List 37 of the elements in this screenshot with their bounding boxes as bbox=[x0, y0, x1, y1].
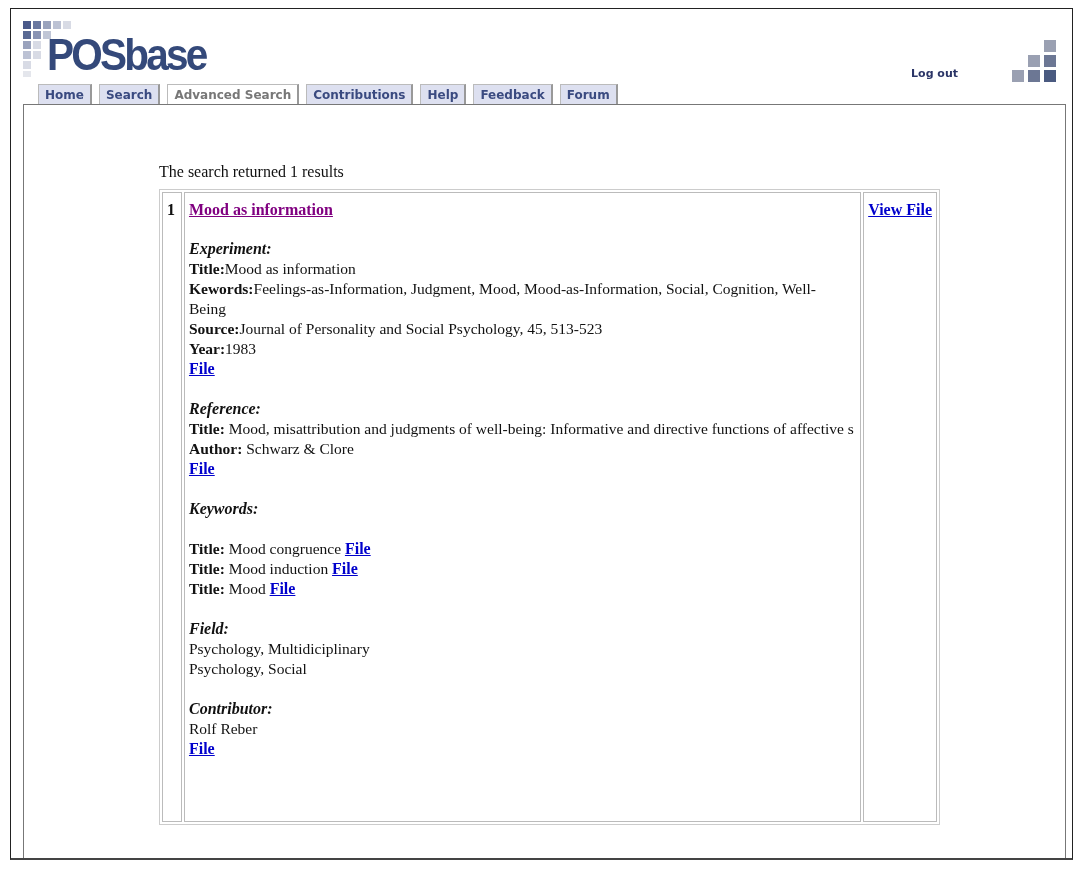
nav-tab[interactable]: Advanced Search bbox=[167, 84, 300, 104]
detail-line: Title: Mood, misattribution and judgments of well-being: Informative and directive functions of affective s bbox=[188, 419, 855, 439]
stair-squares-icon bbox=[1012, 40, 1058, 82]
logo-text: POSbase bbox=[47, 33, 206, 77]
nav-tab[interactable]: Home bbox=[38, 84, 92, 104]
nav-tab[interactable]: Search bbox=[98, 84, 161, 104]
detail-line: Psychology, Multidiciplinary bbox=[188, 639, 371, 659]
nav-tab[interactable]: Help bbox=[420, 84, 467, 104]
detail-line: Rolf Reber bbox=[188, 719, 259, 739]
section-heading: Keywords: bbox=[188, 499, 260, 520]
detail-line: Author: Schwarz & Clore bbox=[188, 439, 355, 459]
section-heading: Contributor: bbox=[188, 699, 274, 719]
detail-line: Kewords:Feelings-as-Information, Judgment, Mood, Mood-as-Information, Social, Cognition, Well-Being bbox=[188, 279, 817, 319]
view-file-link[interactable]: View File bbox=[868, 201, 932, 218]
detail-line: Year:1983 bbox=[188, 339, 258, 359]
section-heading: Field: bbox=[188, 619, 230, 639]
detail-line: Psychology, Social bbox=[188, 659, 308, 679]
file-link[interactable]: File bbox=[269, 580, 296, 597]
nav-tab[interactable]: Contributions bbox=[306, 84, 414, 104]
result-number: 1 bbox=[167, 201, 175, 218]
nav-tab[interactable]: Feedback bbox=[473, 84, 553, 104]
file-link[interactable]: File bbox=[188, 460, 215, 477]
detail-line: Title: Mood bbox=[188, 580, 266, 597]
file-link[interactable]: File bbox=[332, 560, 358, 577]
detail-line: Source:Journal of Personality and Social Psychology, 45, 513-523 bbox=[188, 319, 604, 339]
detail-line: Title:Mood as information bbox=[188, 259, 357, 279]
file-link[interactable]: File bbox=[188, 360, 215, 377]
section-heading: Experiment: bbox=[188, 239, 273, 259]
detail-line: Title: Mood induction bbox=[188, 560, 329, 577]
logout-link[interactable]: Log out bbox=[911, 67, 958, 80]
detail-line: Title: Mood congruence bbox=[188, 540, 342, 557]
file-link[interactable]: File bbox=[188, 740, 215, 757]
result-title-link[interactable]: Mood as information bbox=[188, 201, 333, 218]
results-summary: The search returned 1 results bbox=[159, 163, 345, 181]
section-heading: Reference: bbox=[188, 399, 262, 419]
nav-tab[interactable]: Forum bbox=[559, 84, 618, 104]
file-link[interactable]: File bbox=[344, 540, 371, 557]
